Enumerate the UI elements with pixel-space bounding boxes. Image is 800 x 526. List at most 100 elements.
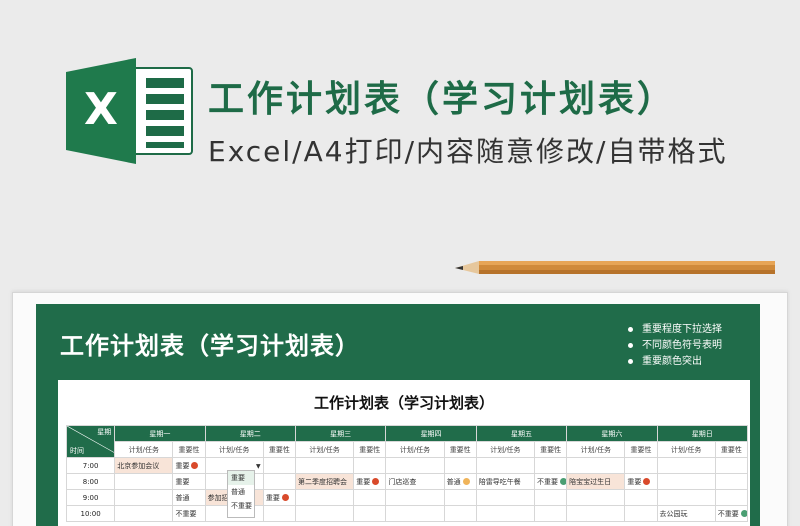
importance-dot-icon [372, 478, 380, 485]
task-cell[interactable] [385, 505, 445, 522]
day-header: 星期日 [656, 425, 749, 442]
task-cell[interactable]: 陪宝宝过生日 [566, 473, 626, 490]
importance-cell[interactable]: 不重要 [534, 473, 568, 490]
importance-label: 不重要 [175, 509, 197, 518]
importance-col-header: 重要性 [624, 441, 658, 458]
task-cell[interactable] [294, 505, 355, 522]
importance-cell[interactable] [262, 457, 296, 474]
day-header: 星期五 [475, 425, 568, 442]
task-cell[interactable]: 门店巡查 [385, 473, 445, 490]
importance-cell[interactable] [534, 505, 568, 522]
task-cell[interactable] [656, 457, 716, 474]
task-col-header: 计划/任务 [385, 441, 445, 458]
importance-label: 普通 [446, 477, 461, 486]
importance-label: 重要 [175, 461, 190, 470]
importance-label: 不重要 [717, 509, 739, 518]
importance-dot-icon [643, 478, 651, 485]
task-cell[interactable]: 陪雷导吃午餐 [475, 473, 536, 490]
task-cell[interactable] [475, 489, 536, 506]
time-cell: 7:00 [65, 457, 116, 474]
importance-cell[interactable] [262, 505, 296, 522]
task-col-header: 计划/任务 [294, 441, 355, 458]
importance-cell[interactable]: 重要 [353, 473, 387, 490]
notes-list: 重要程度下拉选择 不同颜色符号表明 重要颜色突出 [628, 322, 722, 370]
importance-label: 不重要 [537, 477, 559, 486]
task-cell[interactable] [294, 457, 355, 474]
importance-cell[interactable] [262, 473, 296, 490]
pencil-icon [455, 256, 775, 282]
table-row: 9:00 普通 参加招标会 重要 [65, 489, 749, 506]
task-col-header: 计划/任务 [204, 441, 264, 458]
task-cell[interactable] [566, 457, 626, 474]
importance-cell[interactable] [353, 457, 387, 474]
importance-cell[interactable] [714, 489, 749, 506]
importance-cell[interactable] [534, 489, 568, 506]
task-cell[interactable] [385, 457, 445, 474]
importance-label: 重要 [175, 477, 190, 486]
importance-label: 重要 [356, 477, 371, 486]
importance-dropdown[interactable]: 重要 普通 不重要 [227, 470, 255, 518]
task-cell[interactable] [475, 505, 536, 522]
task-cell[interactable] [566, 505, 626, 522]
importance-cell[interactable]: 普通 [443, 473, 477, 490]
task-cell[interactable] [114, 505, 174, 522]
importance-cell[interactable] [714, 473, 749, 490]
time-cell: 8:00 [65, 473, 116, 490]
importance-label: 重要 [265, 493, 280, 502]
importance-cell[interactable] [714, 457, 749, 474]
importance-cell[interactable] [534, 457, 568, 474]
dropdown-option[interactable]: 重要 [228, 471, 254, 485]
banner-subtitle: Excel/A4打印/内容随意修改/自带格式 [208, 135, 728, 168]
task-cell[interactable] [294, 489, 355, 506]
task-cell[interactable] [114, 489, 174, 506]
table-row: 7:00 北京参加会议 重要 [65, 457, 749, 474]
time-cell: 10:00 [65, 505, 116, 522]
task-col-header: 计划/任务 [475, 441, 536, 458]
importance-cell[interactable]: 重要 [172, 457, 206, 474]
logo-letter: X [84, 84, 118, 135]
importance-cell[interactable] [624, 489, 658, 506]
importance-col-header: 重要性 [534, 441, 568, 458]
importance-cell[interactable]: 重要 [624, 473, 658, 490]
task-cell[interactable] [656, 473, 716, 490]
importance-col-header: 重要性 [353, 441, 387, 458]
task-cell[interactable]: 第二季度招聘会 [294, 473, 355, 490]
importance-col-header: 重要性 [172, 441, 206, 458]
task-col-header: 计划/任务 [114, 441, 174, 458]
excel-logo-icon: X [66, 58, 194, 164]
task-cell[interactable]: 去公园玩 [656, 505, 716, 522]
note-item: 重要程度下拉选择 [628, 322, 722, 338]
day-header: 星期一 [114, 425, 206, 442]
importance-cell[interactable] [353, 505, 387, 522]
importance-cell[interactable]: 不重要 [172, 505, 206, 522]
dropdown-arrow-icon[interactable]: ▼ [256, 463, 261, 470]
importance-cell[interactable] [624, 505, 658, 522]
task-cell[interactable] [656, 489, 716, 506]
task-cell[interactable] [114, 473, 174, 490]
dropdown-option[interactable]: 普通 [228, 485, 254, 499]
table-corner: 星期时间 [65, 425, 116, 458]
importance-cell[interactable] [443, 457, 477, 474]
importance-cell[interactable] [443, 489, 477, 506]
plan-table: 星期 时间 星期一 星期二 星期三 星期四 星期五 星期六 星期日 计划/任务 重要性 计划/任务 重要… [65, 425, 749, 522]
day-header: 星期四 [385, 425, 477, 442]
corner-time-label: 时间 [70, 447, 84, 455]
task-cell[interactable]: 北京参加会议 [114, 457, 174, 474]
dropdown-option[interactable]: 不重要 [228, 499, 254, 513]
importance-dot-icon [462, 478, 470, 485]
importance-cell[interactable]: 普通 [172, 489, 206, 506]
task-cell[interactable] [566, 489, 626, 506]
task-cell[interactable] [475, 457, 536, 474]
importance-cell[interactable] [443, 505, 477, 522]
table-title: 工作计划表（学习计划表） [313, 394, 494, 412]
task-cell[interactable] [385, 489, 445, 506]
importance-cell[interactable] [624, 457, 658, 474]
importance-dot-icon [740, 510, 747, 517]
table-row: 8:00 重要 第二季度招聘会 重要 门店巡查 普通 陪雷导吃午餐 不重要 陪宝宝过生日 重要 [65, 473, 749, 490]
importance-cell[interactable]: 不重要 [714, 505, 749, 522]
day-header: 星期二 [204, 425, 296, 442]
importance-cell[interactable] [353, 489, 387, 506]
importance-cell[interactable]: 重要 [262, 489, 296, 506]
corner-week-label: 星期 [97, 428, 112, 436]
importance-cell[interactable]: 重要 [172, 473, 206, 490]
